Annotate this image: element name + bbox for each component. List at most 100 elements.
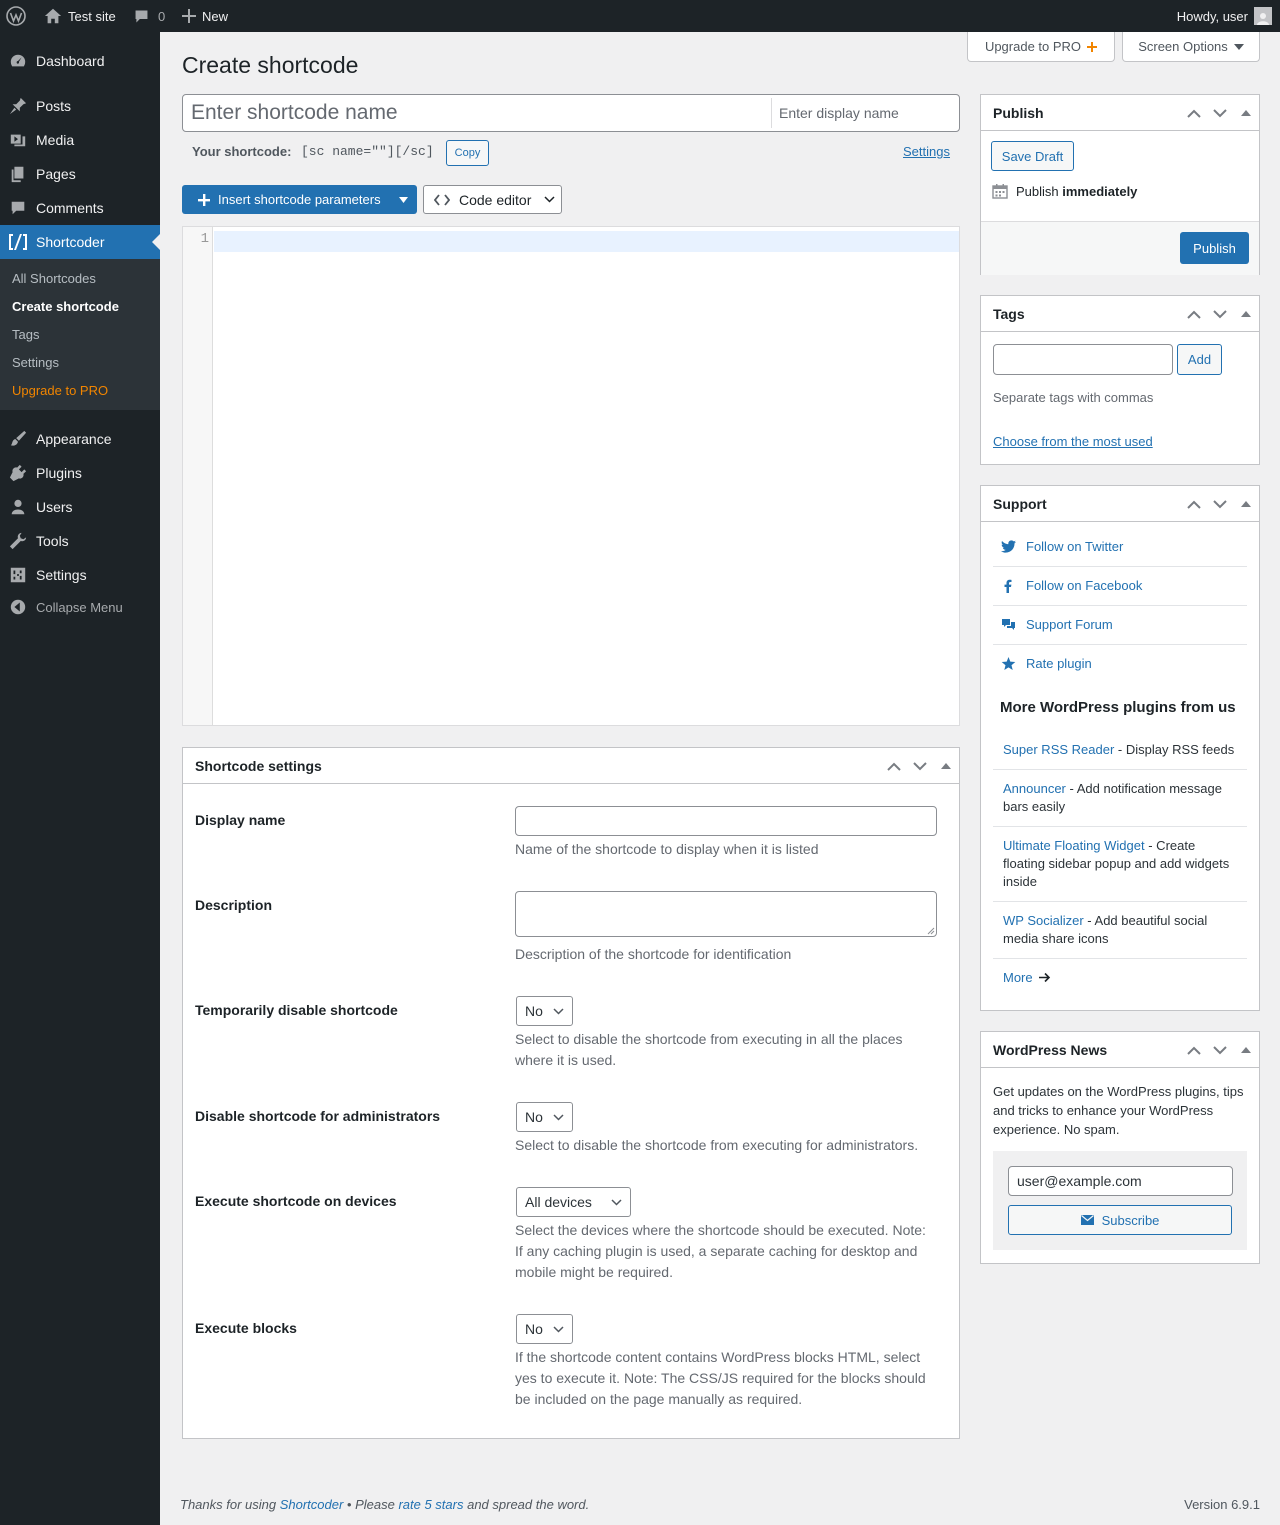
add-tag-button[interactable]: Add [1177,344,1222,375]
display-name-field[interactable] [515,806,937,836]
plugin-link[interactable]: Super RSS Reader [1003,742,1114,757]
description-textarea[interactable] [515,891,937,937]
submenu-create-shortcode[interactable]: Create shortcode [12,299,119,314]
temporarily-disable-desc: Select to disable the shortcode from exe… [515,1031,903,1068]
plugin-link[interactable]: Ultimate Floating Widget [1003,838,1145,853]
sidebar-item-users[interactable]: Users [0,490,160,524]
submenu-settings[interactable]: Settings [12,355,59,370]
sidebar-item-dashboard[interactable]: Dashboard [0,44,160,78]
tag-input[interactable] [993,344,1173,375]
more-plugins-heading: More WordPress plugins from us [1000,699,1236,716]
move-down-icon[interactable] [907,748,933,784]
new-content-link[interactable]: New [182,0,228,32]
temporarily-disable-select[interactable]: No [516,996,573,1026]
move-up-icon[interactable] [1181,1032,1207,1068]
site-name-link[interactable]: Test site [44,0,116,32]
sidebar-label-plugins: Plugins [36,465,82,481]
shortcode-name-input[interactable] [191,99,761,127]
sidebar-item-media[interactable]: Media [0,123,160,157]
plugin-link[interactable]: Announcer [1003,781,1066,796]
comments-count: 0 [158,8,166,24]
settings-link[interactable]: Settings [903,144,950,159]
email-field[interactable] [1008,1166,1233,1196]
more-plugins-link[interactable]: More [1003,970,1051,985]
disable-admins-select[interactable]: No [516,1102,573,1132]
toggle-panel-icon[interactable] [1233,95,1259,131]
move-up-icon[interactable] [1181,486,1207,522]
shortcoder-submenu: All Shortcodes Create shortcode Tags Set… [0,259,160,410]
sidebar-item-settings[interactable]: Settings [0,558,160,592]
execute-devices-select[interactable]: All devices [516,1187,631,1217]
shortcode-preview: [sc name=""][/sc] [301,144,434,159]
disable-admins-desc: Select to disable the shortcode from exe… [515,1137,919,1153]
resize-handle-icon[interactable] [927,927,935,935]
follow-twitter-link[interactable]: Follow on Twitter [1001,539,1123,554]
move-up-icon[interactable] [1181,296,1207,332]
postbox-controls [881,748,959,784]
code-editor-select[interactable]: Code editor [423,185,562,214]
move-down-icon[interactable] [1207,296,1233,332]
follow-facebook-link[interactable]: Follow on Facebook [1001,578,1142,593]
insert-shortcode-parameters-button[interactable]: Insert shortcode parameters [182,185,417,214]
submenu-all-shortcodes[interactable]: All Shortcodes [12,271,96,286]
collapse-menu-button[interactable]: Collapse Menu [0,590,160,624]
sidebar-item-shortcoder[interactable]: Shortcoder [0,225,160,259]
move-up-icon[interactable] [1181,95,1207,131]
your-shortcode-label: Your shortcode: [192,144,292,159]
toggle-panel-icon[interactable] [933,748,959,784]
sidebar-label-pages: Pages [36,166,76,182]
insert-button-label: Insert shortcode parameters [218,192,381,207]
move-down-icon[interactable] [1207,486,1233,522]
caret-down-icon [398,196,408,203]
title-wrap [182,94,960,132]
sidebar-item-comments[interactable]: Comments [0,191,160,225]
execute-blocks-select[interactable]: No [516,1314,573,1344]
sidebar-item-appearance[interactable]: Appearance [0,422,160,456]
display-name-input[interactable] [779,103,954,123]
forum-icon [1002,618,1015,630]
wordpress-logo-icon[interactable] [6,0,26,32]
footer-rate-link[interactable]: rate 5 stars [398,1497,463,1512]
collapse-menu-label: Collapse Menu [36,599,123,615]
support-divider [993,566,1247,567]
sidebar-item-tools[interactable]: Tools [0,524,160,558]
toggle-panel-icon[interactable] [1233,486,1259,522]
subscribe-label: Subscribe [1101,1212,1160,1228]
support-divider [993,605,1247,606]
rate-plugin-link[interactable]: Rate plugin [1001,656,1092,671]
comments-link[interactable]: 0 [133,0,165,32]
move-down-icon[interactable] [1207,95,1233,131]
footer-plugin-link[interactable]: Shortcoder [280,1497,344,1512]
save-draft-button[interactable]: Save Draft [991,141,1074,171]
shortcode-settings-title: Shortcode settings [195,758,322,774]
submenu-tags[interactable]: Tags [12,327,39,342]
subscribe-button[interactable]: Subscribe [1008,1205,1232,1235]
sidebar-item-pages[interactable]: Pages [0,157,160,191]
publish-button[interactable]: Publish [1180,232,1249,264]
choose-most-used-link[interactable]: Choose from the most used [993,434,1153,449]
more-label: More [1003,970,1033,985]
collapse-icon [0,598,36,616]
code-editor-area[interactable]: 1 [182,226,960,726]
toggle-panel-icon[interactable] [1233,296,1259,332]
move-up-icon[interactable] [881,748,907,784]
screen-options-button[interactable]: Screen Options [1122,32,1260,62]
support-forum-link[interactable]: Support Forum [1001,617,1113,632]
move-down-icon[interactable] [1207,1032,1233,1068]
sidebar-item-posts[interactable]: Posts [0,89,160,123]
plugin-link[interactable]: WP Socializer [1003,913,1084,928]
sidebar-item-plugins[interactable]: Plugins [0,456,160,490]
support-divider [993,826,1247,827]
brush-icon [0,430,36,448]
comment-icon [0,199,36,217]
footer-thanks-text: Thanks for using [180,1497,280,1512]
execute-blocks-value: No [525,1321,543,1337]
tags-title: Tags [993,306,1025,322]
user-account-menu[interactable]: Howdy, user [1177,0,1272,32]
line-number: 1 [200,231,209,247]
submenu-upgrade-to-pro[interactable]: Upgrade to PRO [12,383,108,398]
upgrade-to-pro-button[interactable]: Upgrade to PRO [967,32,1115,62]
toggle-panel-icon[interactable] [1233,1032,1259,1068]
copy-button[interactable]: Copy [446,140,489,166]
facebook-icon [1004,579,1012,593]
